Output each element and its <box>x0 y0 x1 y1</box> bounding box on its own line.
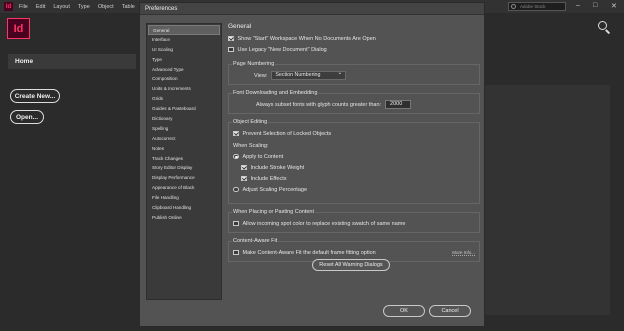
general-pane: General Show "Start" Workspace When No D… <box>228 23 480 262</box>
category-track-changes[interactable]: Track Changes <box>148 154 220 164</box>
include-stroke-label: Include Stroke Weight <box>250 164 305 171</box>
category-story-editor[interactable]: Story Editor Display <box>148 163 220 173</box>
legacy-new-doc-checkbox[interactable] <box>228 46 234 53</box>
category-autocorrect[interactable]: Autocorrect <box>148 134 220 144</box>
adjust-scaling-radio[interactable] <box>233 186 239 193</box>
view-select[interactable]: Section Numbering <box>271 70 347 80</box>
adjust-scaling-row[interactable]: Adjust Scaling Percentage <box>233 185 475 194</box>
pane-heading: General <box>228 23 252 30</box>
include-stroke-checkbox[interactable] <box>241 164 247 171</box>
stock-search-placeholder: Adobe Stock <box>520 4 546 9</box>
category-dictionary[interactable]: Dictionary <box>148 114 220 124</box>
make-default-checkbox[interactable] <box>233 249 239 256</box>
include-stroke-row[interactable]: Include Stroke Weight <box>233 163 475 172</box>
category-composition[interactable]: Composition <box>148 74 220 84</box>
category-type[interactable]: Type <box>148 55 220 65</box>
apply-content-row[interactable]: Apply to Content <box>233 152 475 161</box>
content-aware-title: Content-Aware Fit <box>232 238 279 244</box>
make-default-label: Make Content-Aware Fit the default frame… <box>242 249 376 256</box>
include-effects-row[interactable]: Include Effects <box>233 174 475 183</box>
object-editing-title: Object Editing <box>232 119 269 125</box>
allow-spot-label: Allow incoming spot color to replace exi… <box>242 220 406 227</box>
prevent-selection-row[interactable]: Prevent Selection of Locked Objects <box>233 129 475 138</box>
adjust-scaling-label: Adjust Scaling Percentage <box>242 186 308 193</box>
legacy-new-doc-label: Use Legacy "New Document" Dialog <box>237 46 327 53</box>
allow-spot-checkbox[interactable] <box>233 220 239 227</box>
category-interface[interactable]: Interface <box>148 35 220 45</box>
menu-layout[interactable]: Layout <box>53 4 70 10</box>
menu-file[interactable]: File <box>19 4 28 10</box>
category-publish-online[interactable]: Publish Online <box>148 213 220 223</box>
reset-warnings-button[interactable]: Reset All Warning Dialogs <box>312 259 390 271</box>
include-effects-label: Include Effects <box>250 175 287 182</box>
placing-group: When Placing or Pasting Content Allow in… <box>228 209 480 233</box>
dialog-title: Preferences <box>140 3 484 15</box>
subset-label: Always subset fonts with glyph counts gr… <box>256 101 382 108</box>
maximize-button[interactable]: □ <box>593 2 597 9</box>
when-scaling-label: When Scaling: <box>233 142 269 149</box>
apply-content-label: Apply to Content <box>242 153 284 160</box>
menu-object[interactable]: Object <box>98 4 114 10</box>
menu-edit[interactable]: Edit <box>36 4 45 10</box>
adobe-stock-search[interactable]: Adobe Stock <box>508 2 566 11</box>
category-advanced-type[interactable]: Advanced Type <box>148 65 220 75</box>
category-file-handling[interactable]: File Handling <box>148 193 220 203</box>
menu-type[interactable]: Type <box>78 4 90 10</box>
ok-button[interactable]: OK <box>383 305 425 317</box>
open-button[interactable]: Open... <box>10 110 44 124</box>
show-start-checkbox[interactable] <box>228 35 234 42</box>
app-logo-icon: Id <box>4 2 13 11</box>
category-clipboard[interactable]: Clipboard Handling <box>148 203 220 213</box>
search-icon <box>511 4 516 9</box>
cancel-button[interactable]: Cancel <box>429 305 471 317</box>
allow-spot-row[interactable]: Allow incoming spot color to replace exi… <box>233 219 475 228</box>
indesign-logo: Id <box>7 18 30 39</box>
category-list: General Interface UI Scaling Type Advanc… <box>146 23 222 300</box>
subset-input[interactable]: 2000 <box>385 100 412 109</box>
category-guides[interactable]: Guides & Pasteboard <box>148 104 220 114</box>
placing-title: When Placing or Pasting Content <box>232 209 316 215</box>
create-new-button[interactable]: Create New... <box>10 89 60 103</box>
page-numbering-title: Page Numbering <box>232 61 276 67</box>
category-general[interactable]: General <box>148 25 220 35</box>
close-window-button[interactable]: ✕ <box>611 2 617 10</box>
minimize-button[interactable]: – <box>576 2 580 9</box>
category-notes[interactable]: Notes <box>148 144 220 154</box>
page-numbering-group: Page Numbering View: Section Numbering <box>228 61 480 85</box>
make-default-row[interactable]: Make Content-Aware Fit the default frame… <box>233 248 475 257</box>
category-spelling[interactable]: Spelling <box>148 124 220 134</box>
category-ui-scaling[interactable]: UI Scaling <box>148 45 220 55</box>
object-editing-group: Object Editing Prevent Selection of Lock… <box>228 119 480 204</box>
legacy-new-doc-row[interactable]: Use Legacy "New Document" Dialog <box>228 45 480 54</box>
prevent-selection-label: Prevent Selection of Locked Objects <box>242 130 332 137</box>
preferences-dialog: Preferences General Interface UI Scaling… <box>139 2 485 327</box>
indesign-app: Id File Edit Layout Type Object Table Ad… <box>0 0 624 331</box>
prevent-selection-checkbox[interactable] <box>233 130 239 137</box>
apply-content-radio[interactable] <box>233 153 239 160</box>
show-start-label: Show "Start" Workspace When No Documents… <box>237 35 376 42</box>
show-start-row[interactable]: Show "Start" Workspace When No Documents… <box>228 34 480 43</box>
font-downloading-title: Font Downloading and Embedding <box>232 90 319 96</box>
category-appearance-black[interactable]: Appearance of Black <box>148 183 220 193</box>
workspace-search-icon[interactable] <box>598 21 611 34</box>
menu-table[interactable]: Table <box>122 4 135 10</box>
view-label: View: <box>254 72 268 79</box>
font-downloading-group: Font Downloading and Embedding Always su… <box>228 90 480 114</box>
category-display-performance[interactable]: Display Performance <box>148 173 220 183</box>
more-info-link[interactable]: More Info... <box>452 250 475 256</box>
include-effects-checkbox[interactable] <box>241 175 247 182</box>
category-grids[interactable]: Grids <box>148 94 220 104</box>
home-tab[interactable]: Home <box>8 54 136 69</box>
category-units[interactable]: Units & Increments <box>148 84 220 94</box>
